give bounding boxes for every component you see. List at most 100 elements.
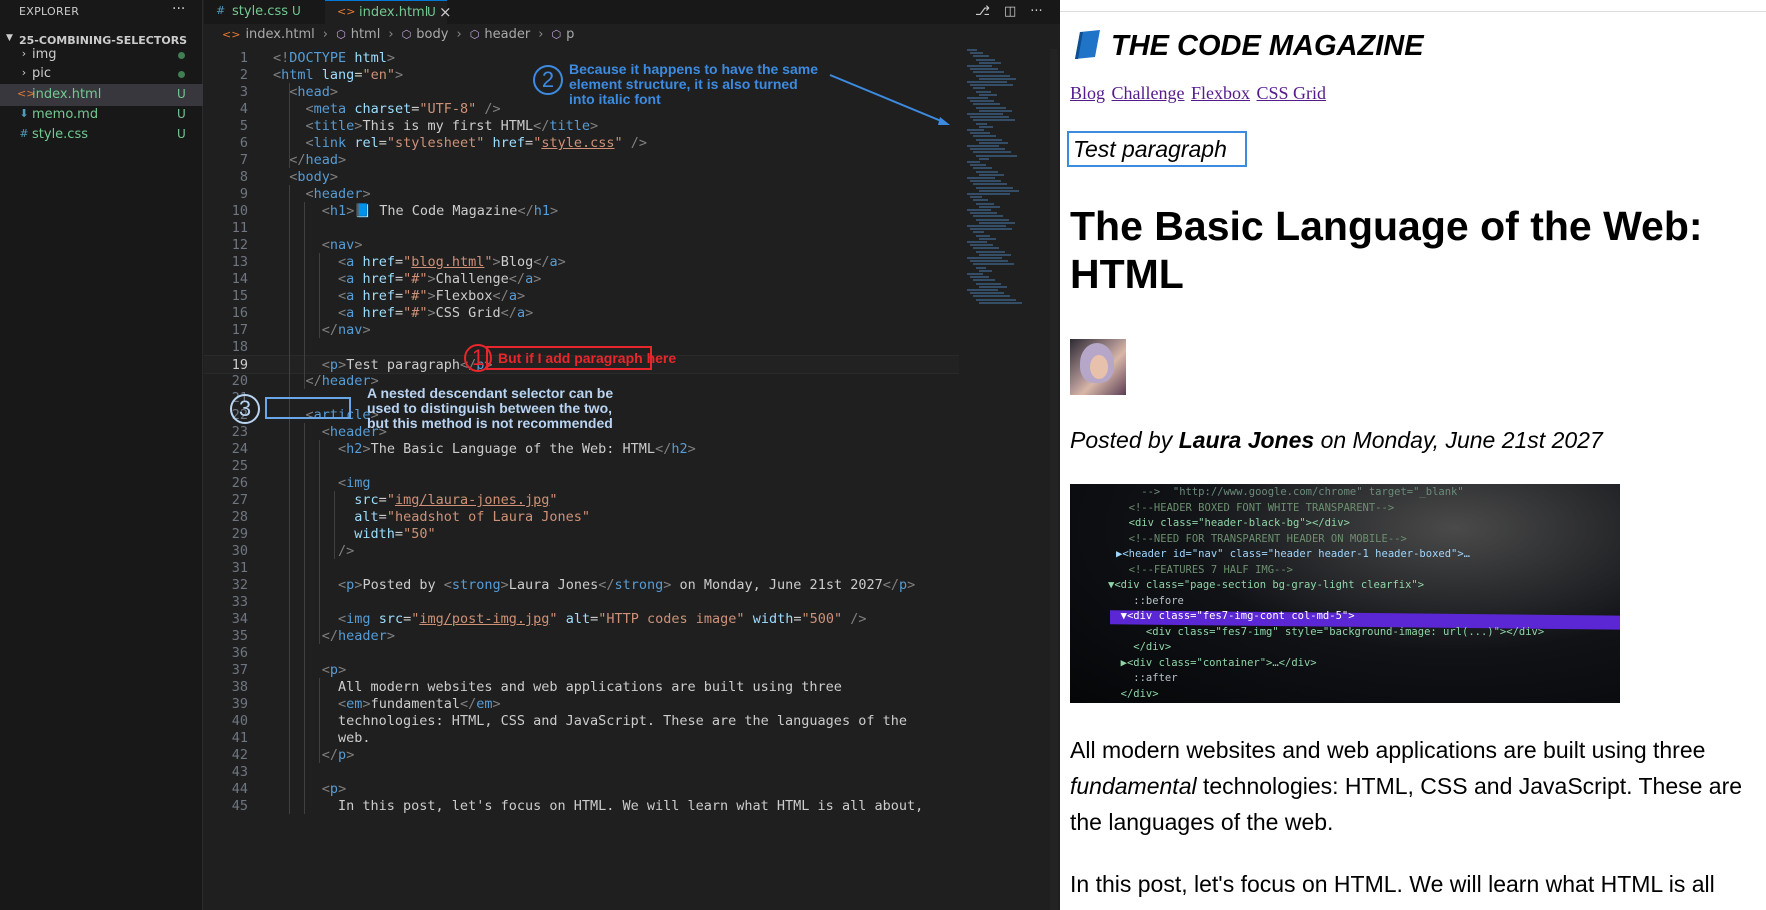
minimap-line xyxy=(976,266,986,269)
minimap-line xyxy=(979,269,992,272)
code-editor[interactable]: 1 <!DOCTYPE html> 2 <html lang="en"> 3 <head… xyxy=(204,49,959,910)
minimap-line xyxy=(973,119,1015,122)
git-status-badge: U xyxy=(177,107,186,121)
minimap-line xyxy=(976,138,1002,141)
breadcrumb-item[interactable]: header xyxy=(484,27,530,42)
minimap-line xyxy=(970,180,1001,183)
chevron-right-icon: › xyxy=(538,27,544,42)
minimap-line xyxy=(976,106,1006,109)
annotation-number-2: 2 xyxy=(533,65,563,95)
tree-item-label: memo.md xyxy=(32,107,99,122)
indent-guide xyxy=(319,253,320,338)
minimap-line xyxy=(979,221,1015,224)
image-code-line: <div class="fes7-img" style="background-… xyxy=(1108,625,1545,638)
annotation-number-1: 1 xyxy=(464,344,492,372)
code-line[interactable]: 45 In this post, let's focus on HTML. We… xyxy=(204,797,959,816)
git-status-badge: U xyxy=(177,127,186,141)
minimap-line xyxy=(967,113,1003,115)
element-icon: ⬡ xyxy=(401,28,412,41)
minimap-line xyxy=(970,68,998,71)
more-actions-icon[interactable]: ··· xyxy=(1030,4,1042,19)
minimap-line xyxy=(973,87,985,90)
avatar-face xyxy=(1090,355,1108,379)
image-code-line: ▶<div class="container">…</div> xyxy=(1108,656,1317,669)
tree-item-memo-md[interactable]: ⬇ memo.md U xyxy=(0,104,203,126)
code-text[interactable]: In this post, let's focus on HTML. We wi… xyxy=(273,797,923,816)
minimap-line xyxy=(970,244,993,247)
chevron-right-icon: › xyxy=(21,66,27,79)
emphasis-text: fundamental xyxy=(1070,773,1197,799)
minimap-line xyxy=(976,90,991,93)
editor-scrollbar[interactable] xyxy=(1050,49,1058,910)
minimap-line xyxy=(973,151,1011,154)
minimap-line xyxy=(976,154,1017,157)
author-name: Laura Jones xyxy=(1178,427,1315,453)
split-editor-icon[interactable]: ◫ xyxy=(1004,4,1016,19)
tree-item-label: style.css xyxy=(32,127,88,142)
post-title: The Basic Language of the Web: HTML xyxy=(1070,203,1703,297)
minimap-line xyxy=(967,97,988,99)
tab-style-css[interactable]: # style.css U xyxy=(204,0,325,24)
breadcrumb-item[interactable]: html xyxy=(351,27,381,42)
git-modified-dot-icon xyxy=(178,71,185,78)
minimap-line xyxy=(976,282,1001,285)
nav-link-blog[interactable]: Blog xyxy=(1070,83,1105,103)
minimap-line xyxy=(976,122,987,125)
html-file-icon: <> xyxy=(17,87,36,100)
nav-link-challenge[interactable]: Challenge xyxy=(1112,83,1185,103)
image-code-line: <!--FEATURES 7 HALF IMG--> xyxy=(1116,563,1294,576)
byline-prefix: Posted by xyxy=(1070,427,1179,453)
breadcrumb-item[interactable]: p xyxy=(566,27,574,42)
browser-preview: THE CODE MAGAZINE Blog Challenge Flexbox… xyxy=(1060,0,1766,910)
minimap-line xyxy=(976,298,1016,301)
tree-item-index-html[interactable]: <> index.html U xyxy=(0,84,203,106)
tree-item-pic-folder[interactable]: › pic xyxy=(0,63,203,85)
minimap-line xyxy=(967,177,995,179)
open-changes-icon[interactable]: ⎇ xyxy=(975,4,990,19)
annotation-box-3 xyxy=(265,397,351,419)
minimap-line xyxy=(979,173,1004,176)
minimap-line xyxy=(976,202,994,205)
explorer-more-actions-icon[interactable]: ··· xyxy=(172,1,185,17)
indent-guide xyxy=(319,678,320,763)
nav-link-flexbox[interactable]: Flexbox xyxy=(1191,83,1250,103)
minimap-line xyxy=(967,257,1002,259)
minimap-line xyxy=(976,234,990,237)
html-file-icon: <> xyxy=(337,5,356,18)
image-code-line: <!--HEADER BOXED FONT WHITE TRANSPARENT-… xyxy=(1116,501,1395,514)
image-code-line: </div> xyxy=(1108,641,1172,653)
tab-index-html[interactable]: <> index.html U × xyxy=(325,0,452,24)
test-paragraph: Test paragraph xyxy=(1067,131,1247,167)
minimap-line xyxy=(979,189,1019,192)
paragraph-text: All modern websites and web applications… xyxy=(1070,737,1706,763)
minimap-line xyxy=(976,58,995,61)
close-tab-icon[interactable]: × xyxy=(439,3,452,21)
author-avatar xyxy=(1070,339,1126,395)
minimap-line xyxy=(973,199,988,202)
minimap-line xyxy=(970,132,990,135)
minimap-line xyxy=(979,253,1011,256)
minimap-line xyxy=(976,74,1010,77)
annotation-text-2: Because it happens to have the same elem… xyxy=(569,61,818,107)
nav-link-css-grid[interactable]: CSS Grid xyxy=(1257,83,1327,103)
minimap-line xyxy=(967,49,977,51)
minimap-line xyxy=(967,289,998,291)
minimap-line xyxy=(970,276,989,279)
post-image: --> "http://www.google.com/chrome" targe… xyxy=(1070,484,1620,703)
image-code-line: ::before xyxy=(1108,594,1184,607)
git-status-badge: U xyxy=(427,5,436,19)
image-code-line: <div class="header-black-bg"></div> xyxy=(1116,517,1350,529)
minimap-line xyxy=(967,241,987,243)
tree-item-style-css[interactable]: # style.css U xyxy=(0,124,203,146)
minimap-line xyxy=(973,231,984,234)
breadcrumb-item[interactable]: index.html xyxy=(245,27,314,42)
minimap-line xyxy=(967,273,983,275)
minimap[interactable] xyxy=(963,49,1048,349)
minimap-line xyxy=(970,260,1008,263)
breadcrumb-item[interactable]: body xyxy=(416,27,448,42)
post-paragraph-1: All modern websites and web applications… xyxy=(1070,732,1760,840)
minimap-line xyxy=(976,186,1013,189)
minimap-line xyxy=(970,292,1004,295)
chevron-right-icon: › xyxy=(322,27,328,42)
indent-guide xyxy=(289,185,290,814)
